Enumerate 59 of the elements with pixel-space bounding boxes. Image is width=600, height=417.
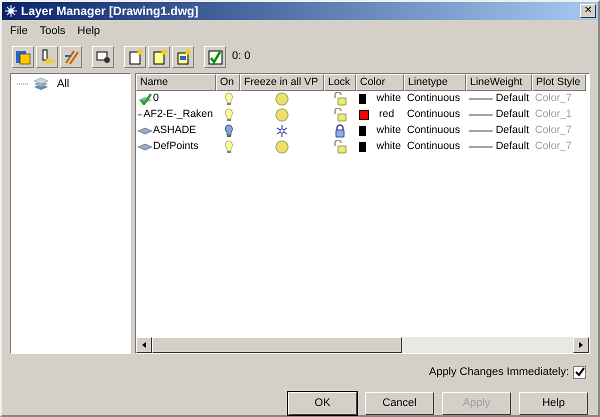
layer-name[interactable]: 0 xyxy=(153,90,159,106)
line-sample-icon xyxy=(469,96,493,100)
lineweight: Default xyxy=(496,138,529,154)
column-header[interactable]: Freeze in all VP xyxy=(240,74,324,90)
color-name: white xyxy=(376,122,401,138)
apply-checkbox[interactable] xyxy=(573,366,586,379)
column-header[interactable]: Lock xyxy=(324,74,356,90)
pencil-button[interactable] xyxy=(60,46,82,68)
layers-icon xyxy=(33,76,49,92)
dialog-button[interactable]: Cancel xyxy=(365,392,434,415)
app-icon xyxy=(4,4,18,18)
menu-item[interactable]: File xyxy=(10,23,28,40)
column-header[interactable]: On xyxy=(216,74,240,90)
plot-style: Color_7 xyxy=(535,122,572,138)
lineweight: Default xyxy=(496,90,529,106)
dialog-button[interactable]: Help xyxy=(519,392,588,415)
column-header[interactable]: Linetype xyxy=(404,74,466,90)
linetype: Continuous xyxy=(407,138,460,154)
horizontal-scrollbar[interactable] xyxy=(136,337,589,354)
window-title: Layer Manager [Drawing1.dwg] xyxy=(21,3,198,20)
layer-name[interactable]: AF2-E-_Raken xyxy=(144,106,213,122)
dialog-button[interactable]: OK xyxy=(288,392,357,415)
filter-button[interactable] xyxy=(92,46,114,68)
linetype: Continuous xyxy=(407,106,460,122)
color-name: red xyxy=(379,106,394,122)
menu-item[interactable]: Help xyxy=(77,23,100,40)
column-header[interactable]: Name xyxy=(136,74,216,90)
color-name: white xyxy=(376,138,401,154)
linetype: Continuous xyxy=(407,90,460,106)
checkmark-button[interactable] xyxy=(204,46,226,68)
menu-item[interactable]: Tools xyxy=(40,23,66,40)
plot-style: Color_1 xyxy=(535,106,572,122)
left-arrow-icon xyxy=(140,341,148,350)
key-button[interactable] xyxy=(36,46,58,68)
checkmark-icon xyxy=(206,48,224,66)
column-header[interactable]: Plot Style xyxy=(532,74,586,90)
column-header[interactable]: Color xyxy=(356,74,404,90)
new-layer-button[interactable] xyxy=(124,46,146,68)
line-sample-icon xyxy=(469,128,493,132)
tree-item[interactable]: All xyxy=(53,76,74,92)
lineweight: Default xyxy=(496,122,529,138)
line-sample-icon xyxy=(469,144,493,148)
apply-label: Apply Changes Immediately: xyxy=(428,364,569,380)
layer-props-button[interactable] xyxy=(172,46,194,68)
line-sample-icon xyxy=(469,112,493,116)
layers-button[interactable] xyxy=(12,46,34,68)
layer-count: 0: 0 xyxy=(232,49,250,64)
new-layer-button[interactable] xyxy=(148,46,170,68)
scroll-thumb[interactable] xyxy=(152,337,402,354)
layer-name[interactable]: ASHADE xyxy=(153,122,196,138)
close-button[interactable]: ✕ xyxy=(580,4,596,18)
right-arrow-icon xyxy=(577,341,585,350)
linetype: Continuous xyxy=(407,122,460,138)
layer-name[interactable]: DefPoints xyxy=(153,138,199,154)
column-header[interactable]: LineWeight xyxy=(466,74,532,90)
plot-style: Color_7 xyxy=(535,90,572,106)
plot-style: Color_7 xyxy=(535,138,572,154)
color-name: white xyxy=(376,90,401,106)
lineweight: Default xyxy=(496,106,529,122)
